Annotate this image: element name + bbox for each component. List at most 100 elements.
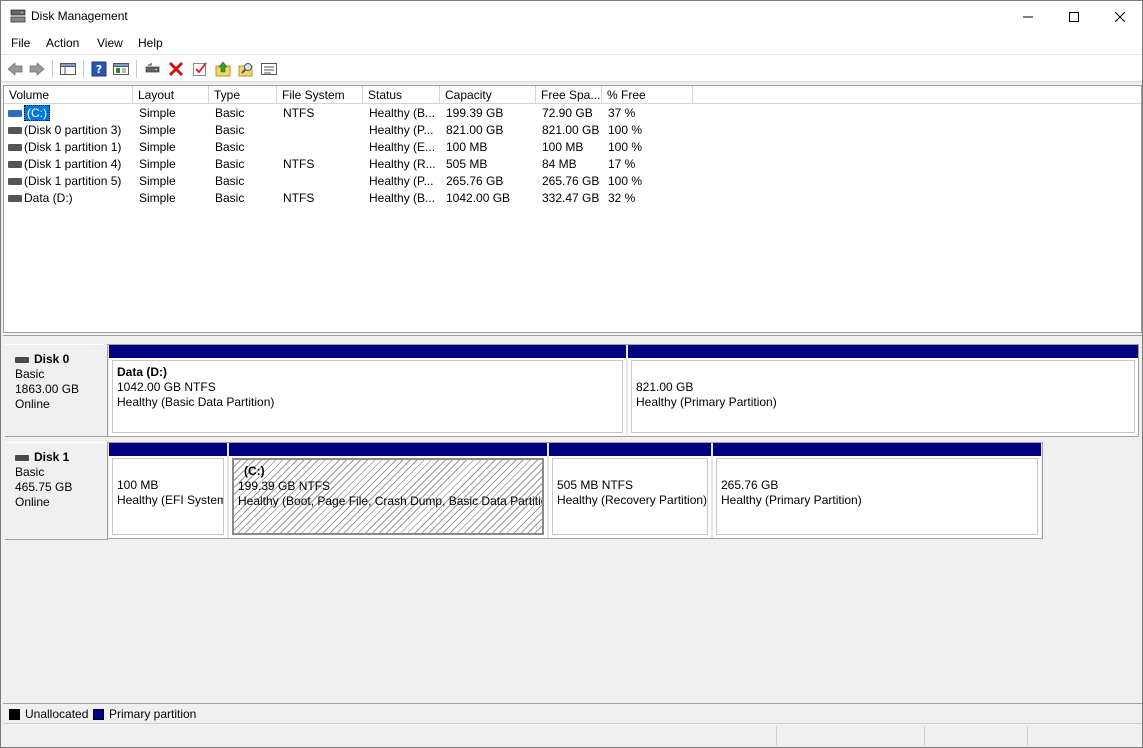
partition-box: 505 MB NTFS Healthy (Recovery Partition) <box>552 458 708 535</box>
back-button[interactable] <box>6 60 24 78</box>
help-button[interactable]: ? <box>90 60 108 78</box>
volume-list[interactable]: Volume Layout Type File System Status Ca… <box>3 85 1142 333</box>
import-button[interactable] <box>214 60 232 78</box>
partition-efi[interactable]: 100 MB Healthy (EFI System <box>109 443 227 538</box>
partition-size: 265.76 GB <box>721 478 779 492</box>
legend-label-unallocated: Unallocated <box>25 707 89 721</box>
column-header-file-system[interactable]: File System <box>277 86 363 104</box>
volume-cell-file-system <box>283 139 363 156</box>
properties-view-button[interactable] <box>112 60 130 78</box>
legend-swatch-primary <box>93 709 104 720</box>
volume-cell-free-space: 72.90 GB <box>542 106 593 120</box>
volume-row[interactable]: (Disk 1 partition 1) Simple Basic Healthy (… <box>4 139 1141 156</box>
disk-type: Basic <box>15 367 45 381</box>
disk-1-partitions: 100 MB Healthy (EFI System (C:) 199.39 G… <box>107 442 1043 539</box>
volume-cell-capacity: 1042.00 GB <box>446 191 511 205</box>
delete-button[interactable] <box>167 60 185 78</box>
volume-cell-volume: (Disk 0 partition 3) <box>24 123 122 137</box>
volume-icon <box>8 195 22 202</box>
volume-cell-layout: Simple <box>139 140 176 154</box>
help-icon: ? <box>91 61 107 77</box>
forward-icon <box>29 62 45 76</box>
disk-0-label[interactable]: Disk 0 Basic 1863.00 GB Online <box>5 344 108 437</box>
volume-cell-layout: Simple <box>139 123 176 137</box>
import-icon <box>215 61 231 77</box>
partition-status: Healthy (EFI System <box>117 493 224 507</box>
volume-cell-free-space: 821.00 GB <box>542 123 600 137</box>
column-header-free-space[interactable]: Free Spa... <box>536 86 602 104</box>
volume-cell-volume: (Disk 1 partition 5) <box>24 174 122 188</box>
column-header-percent-free[interactable]: % Free <box>602 86 693 104</box>
column-header-status[interactable]: Status <box>363 86 440 104</box>
legend-swatch-unallocated <box>9 709 20 720</box>
partition-size: 100 MB <box>117 478 159 492</box>
toolbar: ? <box>1 54 1142 82</box>
close-button[interactable] <box>1097 1 1143 32</box>
partition-box-selected: (C:) 199.39 GB NTFS Healthy (Boot, Page … <box>232 458 544 535</box>
volume-list-header: Volume Layout Type File System Status Ca… <box>4 86 1141 104</box>
volume-cell-type: Basic <box>215 157 245 171</box>
disk-icon <box>15 454 29 461</box>
list-button[interactable] <box>260 60 278 78</box>
menu-file[interactable]: File <box>11 36 30 50</box>
volume-cell-capacity: 505 MB <box>446 157 488 171</box>
volume-cell-free-space: 84 MB <box>542 157 577 171</box>
column-header-type[interactable]: Type <box>209 86 277 104</box>
volume-cell-status: Healthy (E... <box>369 140 436 154</box>
console-tree-button[interactable] <box>59 60 77 78</box>
volume-row[interactable]: (Disk 0 partition 3) Simple Basic Healthy (… <box>4 122 1141 139</box>
search-button[interactable] <box>237 60 255 78</box>
volume-cell-capacity: 821.00 GB <box>446 123 504 137</box>
partition-size: 505 MB NTFS <box>557 478 634 492</box>
volume-cell-percent-free: 32 % <box>608 191 636 205</box>
volume-cell-layout: Simple <box>139 191 176 205</box>
maximize-button[interactable] <box>1051 1 1097 32</box>
volume-cell-free-space: 265.76 GB <box>542 174 600 188</box>
delete-icon <box>168 61 184 77</box>
volume-cell-type: Basic <box>215 174 245 188</box>
disk-1-label[interactable]: Disk 1 Basic 465.75 GB Online <box>5 442 108 540</box>
partition-size: 821.00 GB <box>636 380 694 394</box>
minimize-icon <box>1023 16 1033 17</box>
properties-view-icon <box>113 63 129 75</box>
minimize-button[interactable] <box>1005 1 1051 32</box>
partition-color-bar <box>229 443 547 456</box>
legend-bar: Unallocated Primary partition <box>3 703 1142 723</box>
partition-data-d[interactable]: Data (D:) 1042.00 GB NTFS Healthy (Basic… <box>109 345 626 436</box>
forward-button[interactable] <box>28 60 46 78</box>
connect-button[interactable] <box>144 60 162 78</box>
menu-action[interactable]: Action <box>46 36 79 50</box>
column-header-layout[interactable]: Layout <box>133 86 209 104</box>
volume-row[interactable]: (Disk 1 partition 5) Simple Basic Healthy (… <box>4 173 1141 190</box>
disk-1-name-row: Disk 1 <box>15 450 107 465</box>
toolbar-separator <box>83 60 84 78</box>
check-button[interactable] <box>191 60 209 78</box>
volume-cell-volume: Data (D:) <box>24 191 73 205</box>
check-icon <box>193 62 207 76</box>
column-header-volume[interactable]: Volume <box>4 86 133 104</box>
volume-cell-capacity: 265.76 GB <box>446 174 504 188</box>
partition-color-bar <box>549 443 711 456</box>
disk-type: Basic <box>15 465 45 479</box>
volume-cell-percent-free: 100 % <box>608 140 643 154</box>
partition-disk0-part3[interactable]: 821.00 GB Healthy (Primary Partition) <box>628 345 1138 436</box>
volume-cell-volume: (Disk 1 partition 1) <box>24 140 122 154</box>
volume-row[interactable]: (C:) Simple Basic NTFS Healthy (B... 199.39 G… <box>4 105 1141 122</box>
partition-label <box>636 365 1134 380</box>
toolbar-separator <box>136 60 137 78</box>
volume-icon <box>8 110 22 117</box>
column-header-capacity[interactable]: Capacity <box>440 86 536 104</box>
search-icon <box>238 63 253 77</box>
disk-graphical-view: Disk 0 Basic 1863.00 GB Online Data (D:)… <box>3 335 1142 703</box>
partition-c[interactable]: (C:) 199.39 GB NTFS Healthy (Boot, Page … <box>229 443 547 538</box>
menu-view[interactable]: View <box>97 36 123 50</box>
status-segment <box>924 726 925 746</box>
volume-row[interactable]: Data (D:) Simple Basic NTFS Healthy (B... 104… <box>4 190 1141 207</box>
partition-disk1-part5[interactable]: 265.76 GB Healthy (Primary Partition) <box>713 443 1041 538</box>
connect-icon <box>145 63 160 73</box>
menu-help[interactable]: Help <box>138 36 163 50</box>
volume-cell-type: Basic <box>215 123 245 137</box>
volume-row[interactable]: (Disk 1 partition 4) Simple Basic NTFS Healt… <box>4 156 1141 173</box>
volume-cell-layout: Simple <box>139 106 176 120</box>
partition-recovery[interactable]: 505 MB NTFS Healthy (Recovery Partition) <box>549 443 711 538</box>
